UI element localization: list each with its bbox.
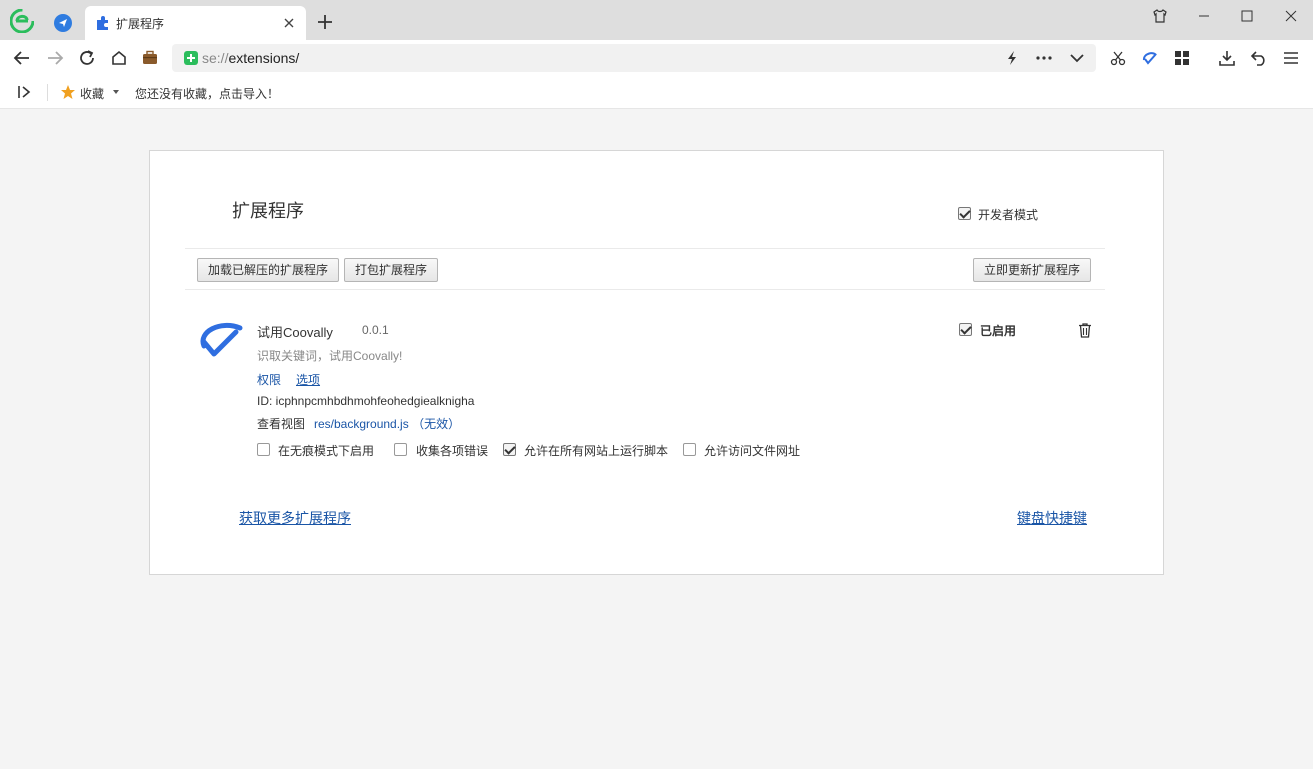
extension-name: 试用Coovally	[257, 325, 333, 340]
home-icon[interactable]	[109, 48, 129, 68]
browser-logo-icon[interactable]	[10, 9, 34, 33]
file-urls-label: 允许访问文件网址	[704, 444, 801, 458]
developer-mode-checkbox[interactable]	[958, 207, 971, 220]
update-extensions-button[interactable]: 立即更新扩展程序	[973, 258, 1092, 282]
more-dots-icon[interactable]	[1035, 50, 1053, 66]
skin-shirt-icon[interactable]	[1149, 6, 1171, 26]
extension-version: 0.0.1	[362, 323, 389, 337]
options-link[interactable]: 选项	[296, 371, 320, 388]
all-sites-label: 允许在所有网站上运行脚本	[524, 444, 669, 458]
address-url[interactable]: se://extensions/	[202, 50, 299, 66]
inspect-views-label: 查看视图	[257, 417, 306, 431]
collect-errors-checkbox[interactable]	[394, 443, 407, 456]
page-title: 扩展程序	[232, 201, 304, 221]
new-tab-plus-icon[interactable]	[316, 13, 334, 31]
coovally-logo-icon	[200, 322, 243, 357]
apps-grid-icon[interactable]	[1172, 48, 1192, 68]
bookmarks-separator	[47, 84, 48, 101]
lightning-icon[interactable]	[1003, 50, 1021, 66]
maximize-icon[interactable]	[1236, 6, 1258, 26]
incognito-checkbox[interactable]	[257, 443, 270, 456]
favorites-label[interactable]: 收藏	[80, 85, 104, 102]
undo-icon[interactable]	[1249, 48, 1269, 68]
star-icon[interactable]	[60, 84, 76, 100]
secure-shield-icon	[184, 51, 198, 65]
pinned-tab-icon[interactable]	[52, 12, 74, 34]
keyboard-shortcuts-link[interactable]: 键盘快捷键	[1017, 508, 1087, 528]
tab-extensions[interactable]: 扩展程序	[85, 6, 306, 40]
background-page-link[interactable]: res/background.js （无效）	[314, 415, 460, 432]
coovally-extension-icon[interactable]	[1140, 48, 1160, 68]
download-icon[interactable]	[1217, 48, 1237, 68]
chevron-down-icon[interactable]	[1068, 50, 1086, 66]
all-sites-checkbox[interactable]	[503, 443, 516, 456]
back-arrow-icon[interactable]	[12, 48, 32, 68]
collect-errors-label: 收集各项错误	[416, 444, 489, 458]
scissors-icon[interactable]	[1108, 48, 1128, 68]
window-close-icon[interactable]	[1280, 6, 1302, 26]
sidebar-toggle-icon[interactable]	[14, 82, 34, 102]
bookmarks-empty-text[interactable]: 您还没有收藏，点击导入！	[135, 85, 279, 102]
trash-icon[interactable]	[1077, 322, 1093, 338]
load-unpacked-button[interactable]: 加载已解压的扩展程序	[197, 258, 340, 282]
close-icon[interactable]	[281, 15, 297, 31]
tab-strip: 扩展程序	[0, 0, 1313, 40]
enabled-checkbox[interactable]	[959, 323, 972, 336]
get-more-extensions-link[interactable]: 获取更多扩展程序	[239, 508, 351, 528]
incognito-label: 在无痕模式下启用	[278, 444, 375, 458]
minimize-icon[interactable]	[1193, 6, 1215, 26]
bookmarks-bar: 收藏 您还没有收藏，点击导入！	[0, 76, 1313, 109]
address-bar[interactable]: se://extensions/	[172, 44, 1096, 72]
menu-hamburger-icon[interactable]	[1281, 48, 1301, 68]
extensions-card: 扩展程序 开发者模式 加载已解压的扩展程序 打包扩展程序 立即更新扩展程序 试用…	[149, 150, 1164, 575]
divider	[185, 289, 1105, 290]
reload-icon[interactable]	[77, 48, 97, 68]
puzzle-icon	[97, 16, 108, 30]
pack-extension-button[interactable]: 打包扩展程序	[344, 258, 439, 282]
briefcase-icon[interactable]	[140, 48, 160, 68]
caret-down-icon[interactable]	[113, 90, 119, 94]
extension-id: ID: icphnpcmhbdhmohfeohedgiealknigha	[257, 394, 475, 408]
divider	[185, 248, 1105, 249]
extension-description: 识取关键词，试用Coovally!	[257, 349, 403, 363]
file-urls-checkbox[interactable]	[683, 443, 696, 456]
enabled-label: 已启用	[980, 324, 1017, 338]
tab-title: 扩展程序	[116, 17, 165, 31]
forward-arrow-icon[interactable]	[45, 48, 65, 68]
toolbar: se://extensions/	[0, 40, 1313, 76]
developer-mode-label: 开发者模式	[978, 208, 1039, 222]
permissions-link[interactable]: 权限	[257, 371, 281, 388]
